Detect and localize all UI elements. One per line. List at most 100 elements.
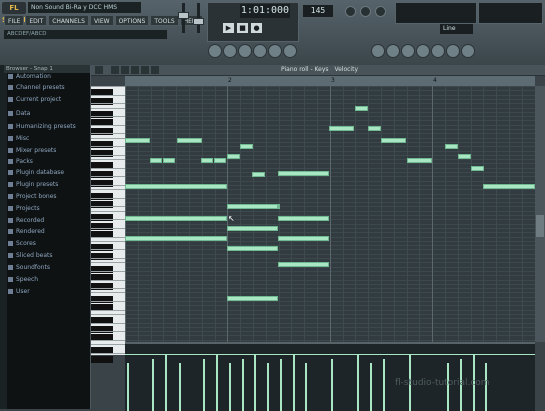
midi-note[interactable] xyxy=(278,171,329,176)
browser-folder[interactable]: Channel presets xyxy=(8,83,88,93)
velocity-lane[interactable] xyxy=(125,342,535,411)
metronome-icon[interactable] xyxy=(386,44,400,58)
velocity-bar[interactable] xyxy=(357,355,359,411)
midi-note[interactable] xyxy=(150,158,162,163)
select-tool-icon[interactable] xyxy=(141,66,149,74)
browser-folder[interactable]: Automation xyxy=(8,72,88,82)
main-knob-icon[interactable] xyxy=(375,6,386,17)
browser-folder[interactable]: Current project xyxy=(8,95,88,105)
menu-options[interactable]: OPTIONS xyxy=(115,15,150,26)
midi-note[interactable] xyxy=(163,158,175,163)
browser-folder[interactable]: Mixer presets xyxy=(8,146,88,156)
velocity-bar[interactable] xyxy=(254,355,256,411)
midi-note[interactable] xyxy=(227,154,240,159)
midi-note[interactable] xyxy=(125,138,150,143)
browser-folder[interactable]: Plugin presets xyxy=(8,180,88,190)
piano-roll-target[interactable]: Velocity xyxy=(334,66,358,73)
main-knob-icon[interactable] xyxy=(345,6,356,17)
velocity-bar[interactable] xyxy=(293,355,295,411)
zoom-tool-icon[interactable] xyxy=(151,66,159,74)
master-pitch-handle[interactable] xyxy=(193,18,204,25)
play-button[interactable]: ▶ xyxy=(222,22,235,34)
velocity-bar[interactable] xyxy=(280,359,282,411)
browser-folder[interactable]: Speech xyxy=(8,275,88,285)
midi-note[interactable] xyxy=(125,184,227,189)
velocity-bar[interactable] xyxy=(305,363,307,411)
midi-note[interactable] xyxy=(214,158,226,163)
piano-keyboard[interactable] xyxy=(91,86,125,355)
velocity-bar[interactable] xyxy=(267,363,269,411)
tempo-display[interactable]: 145 xyxy=(303,5,333,17)
velocity-bar[interactable] xyxy=(383,359,385,411)
midi-note[interactable] xyxy=(201,158,213,163)
midi-note[interactable] xyxy=(278,204,280,209)
vertical-scrollbar[interactable] xyxy=(535,86,545,342)
midi-note[interactable] xyxy=(381,138,406,143)
midi-note[interactable] xyxy=(278,236,329,241)
midi-note[interactable] xyxy=(355,106,368,111)
midi-note[interactable] xyxy=(407,158,432,163)
midi-note[interactable] xyxy=(227,226,278,231)
midi-note[interactable] xyxy=(329,126,354,131)
delete-tool-icon[interactable] xyxy=(131,66,139,74)
velocity-bar[interactable] xyxy=(165,355,167,411)
midi-note[interactable] xyxy=(368,126,381,131)
velocity-bar[interactable] xyxy=(331,359,333,411)
browser-folder[interactable]: Scores xyxy=(8,239,88,249)
piano-roll-icon[interactable] xyxy=(238,44,252,58)
browser-folder[interactable]: Recorded xyxy=(8,216,88,226)
channel-settings-icon[interactable] xyxy=(283,44,297,58)
browser-folder[interactable]: Misc xyxy=(8,134,88,144)
velocity-bar[interactable] xyxy=(203,359,205,411)
velocity-bar[interactable] xyxy=(152,359,154,411)
menu-view[interactable]: VIEW xyxy=(90,15,114,26)
master-volume-handle[interactable] xyxy=(178,12,189,19)
velocity-bar[interactable] xyxy=(216,355,218,411)
browser-icon[interactable] xyxy=(253,44,267,58)
typing-keyboard-icon[interactable] xyxy=(461,44,475,58)
midi-note[interactable] xyxy=(252,172,265,177)
midi-note[interactable] xyxy=(483,184,535,189)
midi-note[interactable] xyxy=(227,204,278,209)
browser-folder[interactable]: Humanizing presets xyxy=(8,122,88,132)
midi-note[interactable] xyxy=(177,138,202,143)
browser-folder[interactable]: Rendered xyxy=(8,227,88,237)
blend-icon[interactable] xyxy=(446,44,460,58)
velocity-bar[interactable] xyxy=(179,363,181,411)
browser-folder[interactable]: Soundfonts xyxy=(8,263,88,273)
draw-tool-icon[interactable] xyxy=(111,66,119,74)
velocity-bar[interactable] xyxy=(127,363,129,411)
midi-note[interactable] xyxy=(125,216,227,221)
loop-icon[interactable] xyxy=(401,44,415,58)
menu-file[interactable]: FILE xyxy=(4,15,24,26)
midi-note[interactable] xyxy=(471,166,484,171)
vertical-scroll-thumb[interactable] xyxy=(536,215,544,237)
menu-channels[interactable]: CHANNELS xyxy=(48,15,89,26)
midi-note[interactable] xyxy=(240,144,253,149)
velocity-bar[interactable] xyxy=(229,363,231,411)
step-sequencer-icon[interactable] xyxy=(223,44,237,58)
browser-folder[interactable]: Project bones xyxy=(8,192,88,202)
browser-folder[interactable]: Sliced beats xyxy=(8,251,88,261)
menu-tools[interactable]: TOOLS xyxy=(150,15,178,26)
midi-note[interactable] xyxy=(445,144,458,149)
midi-note[interactable] xyxy=(227,246,278,251)
playlist-window-icon[interactable] xyxy=(208,44,222,58)
black-key[interactable] xyxy=(91,356,113,363)
snap-icon[interactable] xyxy=(371,44,385,58)
paint-tool-icon[interactable] xyxy=(121,66,129,74)
countdown-icon[interactable] xyxy=(416,44,430,58)
pattern-selector[interactable]: Line xyxy=(440,24,473,34)
midi-note[interactable] xyxy=(278,262,329,267)
timeline-ruler[interactable]: 2 3 4 xyxy=(125,76,535,86)
velocity-bar[interactable] xyxy=(370,363,372,411)
stop-button[interactable]: ■ xyxy=(236,22,249,34)
midi-note[interactable] xyxy=(227,296,278,301)
browser-folder[interactable]: Plugin database xyxy=(8,168,88,178)
menu-edit[interactable]: EDIT xyxy=(25,15,47,26)
browser-folder[interactable]: User xyxy=(8,287,88,297)
step-edit-icon[interactable] xyxy=(431,44,445,58)
midi-note[interactable] xyxy=(125,236,227,241)
browser-folder[interactable]: Projects xyxy=(8,204,88,214)
velocity-bar[interactable] xyxy=(242,359,244,411)
